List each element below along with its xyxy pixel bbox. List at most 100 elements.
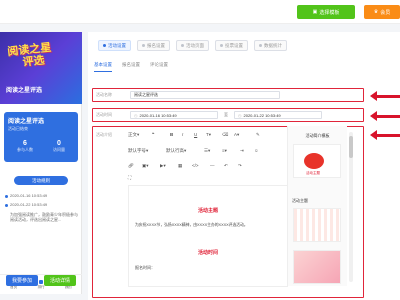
timeline-desc: 为加强阅读推广，鼓励青少年积极参与阅读活动，评选出阅读之星... — [10, 212, 78, 222]
step-label: 数据统计 — [264, 42, 282, 48]
undo-icon[interactable]: ↶ — [224, 163, 228, 169]
step-label: 活动设置 — [108, 42, 126, 48]
step-dot — [103, 44, 106, 47]
template-card-1[interactable]: 活动主题 — [293, 144, 341, 178]
table-icon[interactable]: ▦ — [178, 163, 182, 169]
poster-title: 阅读之星 评选 — [7, 42, 53, 70]
editor-body-theme: 为庆祝XXXX节，弘扬XXXX精神，由XXXX主办的XXXX评选活动。 — [135, 223, 248, 227]
code-icon[interactable]: </> — [192, 163, 199, 168]
text-style-icon[interactable]: T▾ — [206, 132, 211, 138]
step-data-stats[interactable]: 数据统计 — [254, 40, 287, 51]
template-panel-title: 活动简介模板 — [305, 133, 330, 138]
annotation-arrow — [370, 130, 400, 140]
annotation-arrow — [370, 91, 400, 101]
font-size-select[interactable]: 默认字号▾ — [128, 148, 148, 154]
step-dot — [259, 44, 262, 47]
member-button[interactable]: ♛ 会员 — [364, 5, 400, 19]
template-card-2[interactable] — [293, 208, 341, 242]
name-input[interactable]: 阅读之星评选 — [130, 91, 280, 99]
card-status: 活动已结束 — [8, 126, 28, 131]
step-label: 报名设置 — [147, 42, 165, 48]
tab-basic[interactable]: 基本设置 — [94, 62, 112, 72]
to-label: 至 — [224, 112, 228, 117]
intro-label: 活动介绍 — [96, 132, 112, 137]
join-label: 我要参加 — [11, 278, 32, 284]
stat-participants: 6 参与人数 — [10, 140, 40, 153]
italic-icon[interactable]: I — [182, 132, 183, 137]
start-time-value: 2020-01-16 10:53:49 — [139, 112, 177, 118]
video-icon[interactable]: ▶▾ — [160, 163, 166, 169]
stat-label: 参与人数 — [17, 147, 33, 152]
timeline-dot — [5, 204, 8, 207]
indent-icon[interactable]: ⇥ — [240, 148, 244, 154]
name-label: 活动名称 — [96, 92, 112, 97]
stat-value: 6 — [23, 140, 27, 147]
image-icon[interactable]: ▣▾ — [142, 163, 149, 169]
crown-icon: ♛ — [373, 9, 379, 15]
start-time-input[interactable]: ◷ 2020-01-16 10:53:49 — [130, 111, 218, 119]
quote-icon[interactable]: ❝ — [152, 132, 154, 138]
editor-toolbar: 正文▾ ❝ B I U T▾ ⌫ A▾ ✎ 默认字号▾ 默认行高▾ ☰▾ ≡▾ … — [128, 132, 273, 182]
stat-label: 访问量 — [53, 147, 65, 152]
template-icon: ▣ — [312, 9, 318, 15]
tab-comment[interactable]: 评论设置 — [150, 62, 168, 72]
divider-icon[interactable]: — — [210, 163, 215, 168]
annotation-arrow — [370, 111, 400, 121]
font-label: 正文 — [128, 132, 137, 137]
settings-tabs: 基本设置 报名设置 评论设置 — [94, 62, 168, 72]
template-caption: 活动主题 — [306, 171, 320, 175]
poster-image: 阅读之星 评选 阅读之星评选 — [0, 32, 82, 104]
clock-icon: ◷ — [238, 112, 242, 118]
underline-icon[interactable]: U — [194, 132, 197, 137]
member-label: 会员 — [380, 9, 391, 16]
line-height-select[interactable]: 默认行高▾ — [166, 148, 186, 154]
tab-signup[interactable]: 报名设置 — [122, 62, 140, 72]
rich-text-editor[interactable]: 活动主题 为庆祝XXXX节，弘扬XXXX精神，由XXXX主办的XXXX评选活动。… — [128, 185, 288, 287]
align-icon[interactable]: ≡▾ — [222, 148, 227, 154]
editor-heading-time: 活动时间 — [197, 250, 218, 256]
top-bar: ▣ 选择模板 ♛ 会员 — [0, 0, 400, 24]
font-select[interactable]: 正文▾ — [128, 132, 139, 138]
step-label: 活动页面 — [186, 42, 204, 48]
time-label: 活动时间 — [96, 112, 112, 117]
activity-card: 阅读之星评选 活动已结束 6 参与人数 0 访问量 — [4, 112, 78, 162]
stat-value: 0 — [57, 140, 61, 147]
details-label: 活动详情 — [49, 278, 70, 284]
step-signup-settings[interactable]: 报名设置 — [137, 40, 170, 51]
font-size-label: 默认字号 — [128, 148, 146, 153]
poster-subtitle: 阅读之星评选 — [6, 88, 43, 94]
end-time-input[interactable]: ◷ 2020-01-22 10:53:49 — [234, 111, 322, 119]
details-button[interactable]: 活动详情 — [44, 275, 76, 286]
step-activity-page[interactable]: 活动页面 — [176, 40, 209, 51]
step-dot — [181, 44, 184, 47]
emoji-icon[interactable]: ☺ — [254, 148, 259, 153]
list-icon[interactable]: ☰▾ — [204, 148, 210, 154]
nav-label: 排行 — [37, 284, 45, 289]
editor-body-time: 报名时间： — [135, 265, 155, 270]
font-color-icon[interactable]: A▾ — [234, 132, 239, 138]
step-nav: 活动设置 报名设置 活动页面 投票设置 数据统计 — [98, 40, 287, 51]
rules-pill[interactable]: 活动规则 — [14, 176, 68, 185]
template-thumb — [304, 153, 324, 169]
card-title: 阅读之星评选 — [8, 119, 45, 125]
select-template-button[interactable]: ▣ 选择模板 — [297, 5, 355, 19]
clear-format-icon[interactable]: ⌫ — [222, 132, 228, 138]
bold-icon[interactable]: B — [170, 132, 173, 137]
timeline-start: 2020-01-16 10:53:49 — [10, 193, 48, 198]
redo-icon[interactable]: ↷ — [238, 163, 242, 169]
line-height-label: 默认行高 — [166, 148, 184, 153]
step-label: 投票设置 — [225, 42, 243, 48]
scrollbar-thumb[interactable] — [349, 136, 353, 158]
highlight-icon[interactable]: ✎ — [256, 132, 260, 138]
time-row: 活动时间 ◷ 2020-01-16 10:53:49 至 ◷ 2020-01-2… — [92, 108, 364, 122]
fullscreen-icon[interactable]: ⛶ — [128, 175, 131, 180]
template-card-3[interactable] — [293, 250, 341, 284]
editor-heading-theme: 活动主题 — [197, 208, 218, 214]
clock-icon: ◷ — [134, 112, 138, 118]
end-time-value: 2020-01-22 10:53:49 — [243, 112, 281, 118]
link-icon[interactable]: 🔗︎ — [128, 163, 134, 169]
join-button[interactable]: 我要参加 — [6, 275, 38, 286]
template-scrollbar[interactable] — [349, 132, 353, 282]
step-vote-settings[interactable]: 投票设置 — [215, 40, 248, 51]
step-activity-settings[interactable]: 活动设置 — [98, 40, 131, 51]
